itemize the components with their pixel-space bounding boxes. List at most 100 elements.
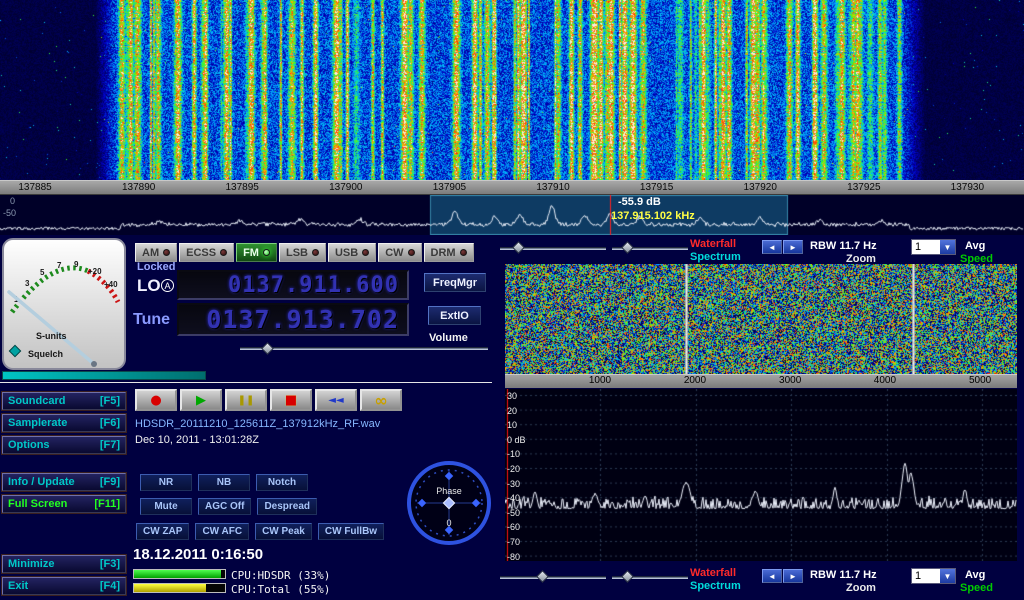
mode-cw-button[interactable]: CW xyxy=(378,243,421,262)
cpu-total-text: CPU:Total (55%) xyxy=(231,583,330,596)
mode-led-icon xyxy=(163,249,170,256)
rbw-label: RBW 11.7 Hz xyxy=(810,240,877,252)
spectrum-tab[interactable]: Spectrum xyxy=(690,251,741,263)
avg-select-2[interactable]: 1 ▼ xyxy=(911,568,956,584)
waterfall-contrast-thumb[interactable] xyxy=(621,241,634,254)
button-label: Info / Update xyxy=(8,476,75,488)
mode-led-icon xyxy=(408,249,415,256)
nr-button[interactable]: NR xyxy=(140,474,192,491)
minimize-button[interactable]: Minimize [F3] xyxy=(2,555,126,573)
mode-usb-button[interactable]: USB xyxy=(328,243,376,262)
wav-datetime: Dec 10, 2011 - 13:01:28Z xyxy=(135,434,259,446)
waterfall-tab-2[interactable]: Waterfall xyxy=(690,567,736,579)
audio-level-bar xyxy=(2,371,206,380)
freq-tick-label: 137910 xyxy=(536,182,569,193)
mode-am-button[interactable]: AM xyxy=(135,243,177,262)
mode-drm-button[interactable]: DRM xyxy=(424,243,474,262)
rbw-decrease-button-2[interactable]: ◄ xyxy=(762,569,782,583)
transport-controls: ● ▶ ❚❚ ■ ◄◄ ∞ xyxy=(135,389,402,411)
options-button[interactable]: Options [F7] xyxy=(2,436,126,454)
dsp-row-3: CW ZAP CW AFC CW Peak CW FullBw xyxy=(136,523,384,540)
waterfall-brightness-slider-2[interactable] xyxy=(500,576,606,579)
spectrum-tab-2[interactable]: Spectrum xyxy=(690,580,741,592)
overview-spectrum-display[interactable] xyxy=(0,195,1024,235)
mode-ecss-button[interactable]: ECSS xyxy=(179,243,234,262)
mode-lsb-button[interactable]: LSB xyxy=(279,243,326,262)
phase-label: Phase xyxy=(436,486,462,496)
cpu-hdsdr-text: CPU:HDSDR (33%) xyxy=(231,569,330,582)
audio-frequency-scale[interactable]: 1000 2000 3000 4000 5000 xyxy=(505,374,1017,388)
rbw-increase-button[interactable]: ► xyxy=(783,240,803,254)
button-label: Full Screen xyxy=(8,498,67,510)
mode-led-icon xyxy=(263,249,270,256)
soundcard-button[interactable]: Soundcard [F5] xyxy=(2,392,126,410)
main-waterfall-display[interactable] xyxy=(0,0,1024,180)
notch-button[interactable]: Notch xyxy=(256,474,308,491)
fullscreen-button[interactable]: Full Screen [F11] xyxy=(2,495,126,513)
rewind-button[interactable]: ◄◄ xyxy=(315,389,357,411)
volume-slider-thumb[interactable] xyxy=(261,342,274,355)
cw-afc-button[interactable]: CW AFC xyxy=(195,523,249,540)
s-meter-tick: 9 xyxy=(74,260,79,269)
s-meter: 1 3 5 7 9 +20 +40 S-units Squelch xyxy=(2,238,126,370)
nb-button[interactable]: NB xyxy=(198,474,250,491)
s-meter-tick: +20 xyxy=(88,267,102,276)
pause-button[interactable]: ❚❚ xyxy=(225,389,267,411)
waterfall-tab[interactable]: Waterfall xyxy=(690,238,736,250)
cw-zap-button[interactable]: CW ZAP xyxy=(136,523,189,540)
waterfall-brightness-thumb-2[interactable] xyxy=(536,570,549,583)
mode-fm-button[interactable]: FM xyxy=(236,243,277,262)
agc-button[interactable]: AGC Off xyxy=(198,498,251,515)
button-hotkey: [F11] xyxy=(94,498,120,510)
mute-button[interactable]: Mute xyxy=(140,498,192,515)
rbw-spinner: ◄ ► xyxy=(762,240,803,254)
freq-tick-label: 137920 xyxy=(744,182,777,193)
info-update-button[interactable]: Info / Update [F9] xyxy=(2,473,126,491)
s-meter-tick: +40 xyxy=(104,280,118,289)
speed-label-2: Speed xyxy=(960,582,993,594)
avg-select[interactable]: 1 ▼ xyxy=(911,239,956,255)
record-icon: ● xyxy=(150,393,161,408)
audio-tick-label: 3000 xyxy=(779,375,801,386)
stop-button[interactable]: ■ xyxy=(270,389,312,411)
button-hotkey: [F4] xyxy=(100,580,120,592)
samplerate-button[interactable]: Samplerate [F6] xyxy=(2,414,126,432)
extio-button[interactable]: ExtIO xyxy=(428,306,481,325)
frequency-readout: 137.915.102 kHz xyxy=(611,210,695,222)
record-button[interactable]: ● xyxy=(135,389,177,411)
waterfall-contrast-thumb-2[interactable] xyxy=(621,570,634,583)
play-button[interactable]: ▶ xyxy=(180,389,222,411)
cw-fullbw-button[interactable]: CW FullBw xyxy=(318,523,384,540)
loop-button[interactable]: ∞ xyxy=(360,389,402,411)
audio-waterfall-display[interactable] xyxy=(505,264,1017,374)
locked-label: Locked xyxy=(137,261,176,273)
avg-label: Avg xyxy=(965,240,985,252)
despread-button[interactable]: Despread xyxy=(257,498,317,515)
volume-slider-track[interactable] xyxy=(240,347,488,350)
rbw-increase-button-2[interactable]: ► xyxy=(783,569,803,583)
exit-button[interactable]: Exit [F4] xyxy=(2,577,126,595)
squelch-label: Squelch xyxy=(28,349,63,359)
audio-spectrum-display[interactable] xyxy=(505,389,1017,561)
mode-led-icon xyxy=(312,249,319,256)
freq-tick-label: 137905 xyxy=(433,182,466,193)
frequency-scale[interactable]: 137885 137890 137895 137900 137905 13791… xyxy=(0,180,1024,195)
freq-tick-label: 137900 xyxy=(329,182,362,193)
button-label: Samplerate xyxy=(8,417,67,429)
lo-frequency-display[interactable]: 0137.911.600 xyxy=(177,270,409,300)
rbw-decrease-button[interactable]: ◄ xyxy=(762,240,782,254)
tune-frequency-display[interactable]: 0137.913.702 xyxy=(177,303,409,336)
freqmgr-button[interactable]: FreqMgr xyxy=(424,273,486,292)
button-label: Options xyxy=(8,439,50,451)
vfo-a-badge[interactable]: A xyxy=(161,279,174,292)
db-readout: -55.9 dB xyxy=(618,196,661,208)
chevron-down-icon: ▼ xyxy=(940,569,955,583)
button-hotkey: [F5] xyxy=(100,395,120,407)
waterfall-brightness-thumb[interactable] xyxy=(512,241,525,254)
button-hotkey: [F3] xyxy=(100,558,120,570)
cw-peak-button[interactable]: CW Peak xyxy=(255,523,312,540)
mode-label: USB xyxy=(335,247,358,259)
pause-icon: ❚❚ xyxy=(238,395,255,406)
audio-tick-label: 4000 xyxy=(874,375,896,386)
zoom-label-2: Zoom xyxy=(846,582,876,594)
